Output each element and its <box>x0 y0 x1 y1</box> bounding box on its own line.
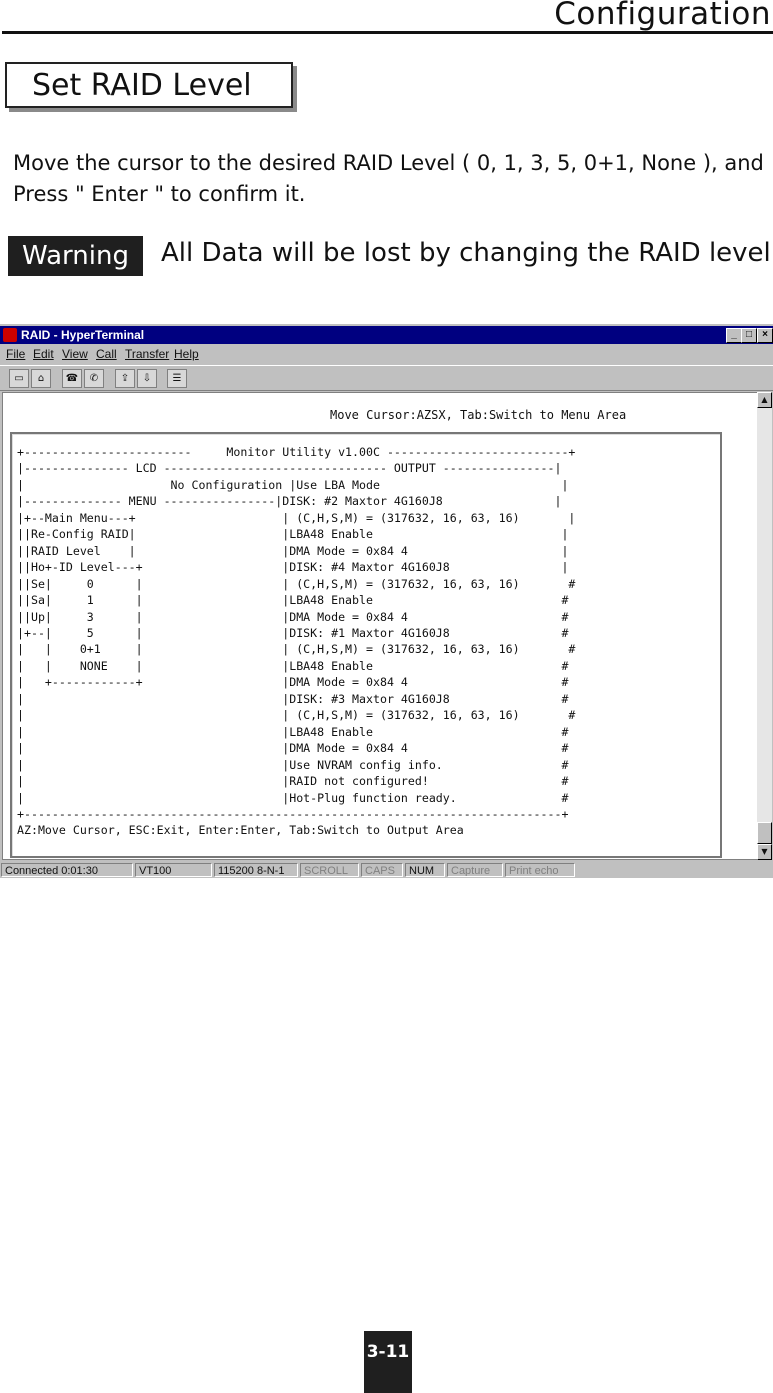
console-line: ||Up| 3 | |DMA Mode = 0x84 4 # <box>17 609 569 624</box>
scroll-down-icon[interactable]: ▼ <box>757 844 772 860</box>
console-line: +---------------------------------------… <box>17 806 569 821</box>
hyperterminal-window: RAID - HyperTerminal _ □ × File Edit Vie… <box>0 324 773 878</box>
receive-icon[interactable]: ⇩ <box>137 369 157 388</box>
console-line: ||Ho+-ID Level---+ |DISK: #4 Maxtor 4G16… <box>17 560 569 575</box>
console-line: | |Hot-Plug function ready. # <box>17 790 569 805</box>
console-line: | No Configuration |Use LBA Mode | <box>17 477 569 492</box>
section-title: Set RAID Level <box>32 68 252 103</box>
phone-icon[interactable]: ☎ <box>62 369 82 388</box>
section-title-box: Set RAID Level <box>5 62 293 108</box>
warning-badge: Warning <box>8 236 143 276</box>
heading-rule <box>2 31 773 34</box>
new-icon[interactable]: ▭ <box>9 369 29 388</box>
scroll-thumb[interactable] <box>757 822 772 844</box>
warning-text: All Data will be lost by changing the RA… <box>161 238 773 268</box>
console-line: AZ:Move Cursor, ESC:Exit, Enter:Enter, T… <box>17 823 464 838</box>
menu-call[interactable]: Call <box>96 347 117 361</box>
disconnect-icon[interactable]: ✆ <box>84 369 104 388</box>
cursor-hint: Move Cursor:AZSX, Tab:Switch to Menu Are… <box>330 408 627 422</box>
vertical-scrollbar[interactable]: ▲ ▼ <box>757 392 772 860</box>
page-number: 3-11 <box>364 1331 412 1393</box>
console-line: | | 0+1 | | (C,H,S,M) = (317632, 16, 63,… <box>17 642 576 657</box>
status-bar: Connected 0:01:30 VT100 115200 8-N-1 SCR… <box>0 862 773 878</box>
instruction-text: Move the cursor to the desired RAID Leve… <box>13 151 764 206</box>
status-emulation: VT100 <box>135 863 212 877</box>
open-icon[interactable]: ⌂ <box>31 369 51 388</box>
console-line: ||RAID Level | |DMA Mode = 0x84 4 | <box>17 543 569 558</box>
console-line: |+--| 5 | |DISK: #1 Maxtor 4G160J8 # <box>17 625 569 640</box>
menu-view[interactable]: View <box>62 347 88 361</box>
minimize-button[interactable]: _ <box>726 328 742 343</box>
toolbar: ▭ ⌂ ☎ ✆ ⇪ ⇩ ☰ <box>0 365 773 391</box>
console-line: |--------------- LCD -------------------… <box>17 461 562 476</box>
hyperterminal-icon <box>3 328 17 342</box>
console-line: | | (C,H,S,M) = (317632, 16, 63, 16) # <box>17 708 576 723</box>
page-heading: Configuration <box>554 0 771 32</box>
status-port-settings: 115200 8-N-1 <box>214 863 298 877</box>
properties-icon[interactable]: ☰ <box>167 369 187 388</box>
maximize-button[interactable]: □ <box>741 328 757 343</box>
window-title: RAID - HyperTerminal <box>21 328 145 342</box>
status-print-echo: Print echo <box>505 863 575 877</box>
scroll-up-icon[interactable]: ▲ <box>757 392 772 408</box>
console-line: | |LBA48 Enable # <box>17 724 569 739</box>
menu-help[interactable]: Help <box>174 347 199 361</box>
console-line: | | NONE | |LBA48 Enable # <box>17 658 569 673</box>
menu-file[interactable]: File <box>6 347 25 361</box>
console-line: | |DISK: #3 Maxtor 4G160J8 # <box>17 691 569 706</box>
console-line: | +------------+ |DMA Mode = 0x84 4 # <box>17 675 569 690</box>
console-line: | |DMA Mode = 0x84 4 # <box>17 741 569 756</box>
console-line: | |Use NVRAM config info. # <box>17 757 569 772</box>
console-line: |-------------- MENU ----------------|DI… <box>17 494 562 509</box>
status-caps: CAPS <box>361 863 403 877</box>
console-line: ||Sa| 1 | |LBA48 Enable # <box>17 593 569 608</box>
console-line: ||Re-Config RAID| |LBA48 Enable | <box>17 527 569 542</box>
menu-transfer[interactable]: Transfer <box>125 347 169 361</box>
status-connected: Connected 0:01:30 <box>1 863 133 877</box>
console-line: |+--Main Menu---+ | (C,H,S,M) = (317632,… <box>17 510 576 525</box>
menu-edit[interactable]: Edit <box>33 347 54 361</box>
status-capture: Capture <box>447 863 503 877</box>
console-line: | |RAID not configured! # <box>17 774 569 789</box>
console-line: ||Se| 0 | | (C,H,S,M) = (317632, 16, 63,… <box>17 576 576 591</box>
title-bar: RAID - HyperTerminal _ □ × <box>0 326 773 344</box>
menu-bar: File Edit View Call Transfer Help <box>0 345 773 363</box>
send-icon[interactable]: ⇪ <box>115 369 135 388</box>
status-num: NUM <box>405 863 445 877</box>
console-output: +------------------------ Monitor Utilit… <box>17 444 575 839</box>
status-scroll: SCROLL <box>300 863 359 877</box>
console-line: +------------------------ Monitor Utilit… <box>17 445 576 459</box>
close-button[interactable]: × <box>757 328 773 343</box>
